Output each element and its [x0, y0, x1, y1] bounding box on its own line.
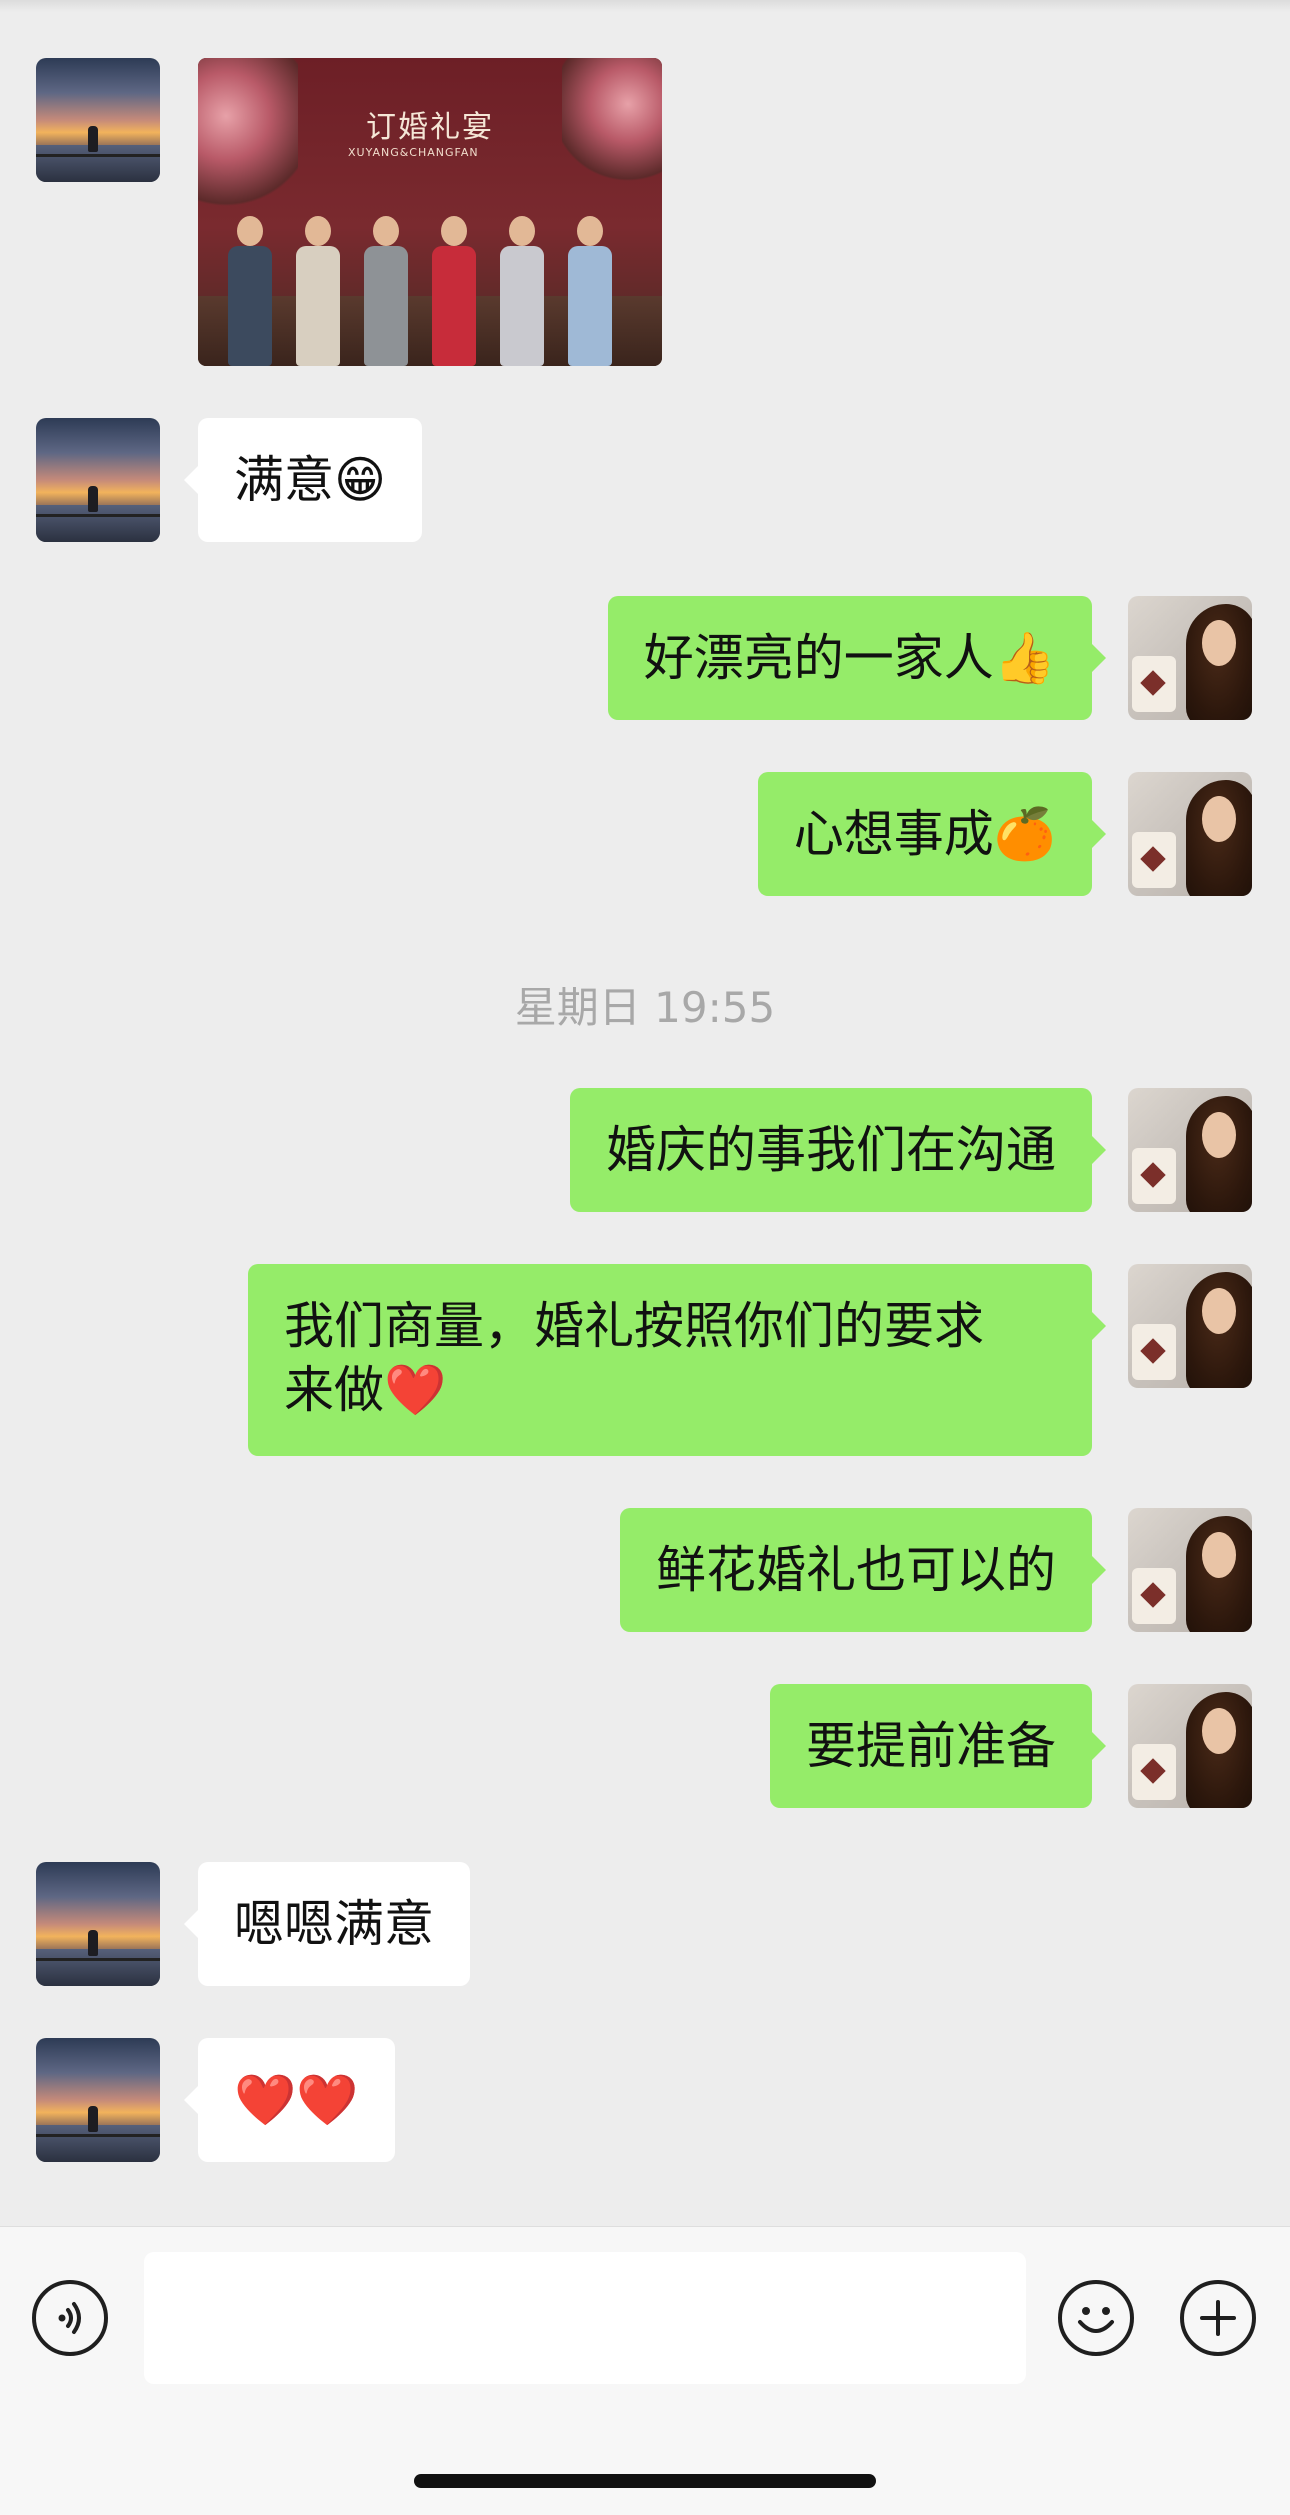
message-bubble-outgoing[interactable]: 我们商量，婚礼按照你们的要求 来做❤️: [248, 1264, 1106, 1456]
contact-avatar[interactable]: [36, 2038, 160, 2162]
message-text: 要提前准备: [806, 1717, 1056, 1775]
message-text: 好漂亮的一家人👍: [643, 629, 1056, 687]
my-avatar[interactable]: [1128, 1684, 1252, 1808]
message-text: 嗯嗯满意: [234, 1895, 434, 1953]
my-avatar[interactable]: [1128, 1508, 1252, 1632]
my-avatar[interactable]: [1128, 772, 1252, 896]
flower-decoration: [562, 58, 662, 188]
message-text: 心想事成🍊: [793, 805, 1056, 863]
my-avatar[interactable]: [1128, 1088, 1252, 1212]
photo-person: [568, 216, 612, 366]
message-text-line: 来做❤️: [284, 1361, 447, 1419]
photo-banner-title: 订婚礼宴: [366, 110, 494, 145]
message-text: 鲜花婚礼也可以的: [656, 1541, 1056, 1599]
message-text-line: 我们商量，婚礼按照你们的要求: [284, 1297, 984, 1355]
message-input[interactable]: [144, 2252, 1026, 2384]
message-bubble-outgoing[interactable]: 好漂亮的一家人👍: [607, 596, 1107, 720]
contact-avatar[interactable]: [36, 418, 160, 542]
photo-person: [228, 216, 272, 366]
message-text: 满意😁: [234, 451, 387, 509]
plus-icon[interactable]: [1180, 2280, 1256, 2356]
home-indicator[interactable]: [414, 2474, 876, 2488]
message-bubble-outgoing[interactable]: 心想事成🍊: [757, 772, 1107, 896]
message-bubble-incoming[interactable]: ❤️❤️: [184, 2038, 395, 2162]
contact-avatar[interactable]: [36, 1862, 160, 1986]
contact-avatar[interactable]: [36, 58, 160, 182]
photo-person: [296, 216, 340, 366]
message-bubble-outgoing[interactable]: 婚庆的事我们在沟通: [570, 1088, 1106, 1212]
voice-icon[interactable]: [32, 2280, 108, 2356]
message-bubble-outgoing[interactable]: 要提前准备: [770, 1684, 1106, 1808]
emoji-icon[interactable]: [1058, 2280, 1134, 2356]
photo-person: [364, 216, 408, 366]
chat-timestamp: 星期日 19:55: [514, 983, 776, 1032]
chat-area[interactable]: 订婚礼宴 XUYANG&CHANGFAN 满意😁 好漂亮的一家人👍 心想事成🍊 …: [0, 0, 1290, 2226]
message-text: 婚庆的事我们在沟通: [606, 1121, 1056, 1179]
message-bubble-incoming[interactable]: 嗯嗯满意: [184, 1862, 470, 1986]
message-bubble-outgoing[interactable]: 鲜花婚礼也可以的: [620, 1508, 1106, 1632]
flower-decoration: [198, 58, 298, 218]
shared-photo[interactable]: 订婚礼宴 XUYANG&CHANGFAN: [198, 58, 662, 366]
photo-person: [500, 216, 544, 366]
my-avatar[interactable]: [1128, 596, 1252, 720]
message-bubble-incoming[interactable]: 满意😁: [183, 418, 423, 542]
message-text: ❤️❤️: [234, 2071, 359, 2129]
photo-person: [432, 216, 476, 366]
my-avatar[interactable]: [1128, 1264, 1252, 1388]
photo-banner-subtitle: XUYANG&CHANGFAN: [348, 146, 479, 159]
